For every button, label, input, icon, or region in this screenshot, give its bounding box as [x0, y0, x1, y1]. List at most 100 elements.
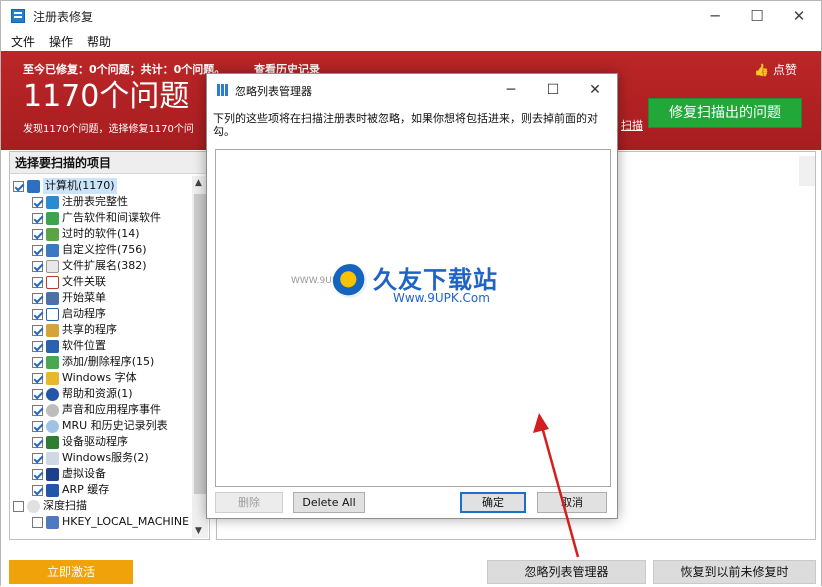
driver-icon: [46, 435, 59, 449]
tree-item-computer[interactable]: 计算机(1170): [13, 178, 117, 194]
tree-item[interactable]: 广告软件和间谍软件: [32, 210, 161, 226]
controls-icon: [46, 243, 59, 257]
tree-item[interactable]: 开始菜单: [32, 290, 106, 306]
hklm-icon: [46, 515, 59, 529]
tree-item[interactable]: Windows服务(2): [32, 450, 149, 466]
maximize-button[interactable]: ☐: [739, 5, 775, 27]
tree-item[interactable]: 启动程序: [32, 306, 106, 322]
checkbox[interactable]: [32, 484, 43, 496]
tree-item[interactable]: 自定义控件(756): [32, 242, 147, 258]
ignore-list[interactable]: WWW.9UPK.COM 久友下载站 Www.9UPK.Com: [215, 149, 611, 487]
checkbox[interactable]: [32, 372, 43, 384]
checkbox[interactable]: [32, 340, 43, 352]
tree-item[interactable]: Windows 字体: [32, 370, 137, 386]
thumbs-up-icon: 👍: [754, 63, 770, 77]
font-icon: [46, 371, 59, 385]
tree-item-deep-scan[interactable]: 深度扫描: [13, 498, 87, 514]
ok-button[interactable]: 确定: [460, 492, 526, 513]
delete-button[interactable]: 删除: [215, 492, 283, 513]
like-button[interactable]: 👍 点赞: [754, 61, 797, 78]
service-icon: [46, 451, 59, 465]
checkbox[interactable]: [32, 388, 43, 400]
menu-file[interactable]: 文件: [11, 33, 35, 50]
like-label: 点赞: [772, 63, 797, 77]
checkbox[interactable]: [13, 500, 24, 512]
checkbox[interactable]: [32, 468, 43, 480]
restore-button[interactable]: 恢复到以前未修复时: [653, 560, 816, 584]
dialog-close-button[interactable]: ✕: [579, 79, 611, 101]
sound-icon: [46, 403, 59, 417]
checkbox[interactable]: [32, 452, 43, 464]
fix-problems-button[interactable]: 修复扫描出的问题: [648, 98, 802, 128]
start-menu-icon: [46, 291, 59, 305]
watermark-logo-icon: [333, 264, 367, 298]
checkbox[interactable]: [32, 516, 43, 528]
checkbox[interactable]: [32, 324, 43, 336]
checkbox[interactable]: [32, 212, 43, 224]
ignore-list-button[interactable]: 忽略列表管理器: [487, 560, 646, 584]
help-icon: [46, 387, 59, 401]
scroll-thumb[interactable]: [194, 194, 206, 494]
scroll-up-icon[interactable]: ▲: [195, 178, 202, 188]
scan-items-panel: 选择要扫描的项目 计算机(1170) 注册表完整性 广告软件和间谍软件 过时的软…: [9, 151, 210, 540]
results-scrollbar[interactable]: [799, 156, 815, 186]
tree-item[interactable]: 注册表完整性: [32, 194, 128, 210]
dialog-title-bar: 忽略列表管理器 ─ ☐ ✕: [207, 74, 617, 106]
checkbox[interactable]: [32, 420, 43, 432]
tree-item[interactable]: 共享的程序: [32, 322, 117, 338]
tree-item[interactable]: ARP 缓存: [32, 482, 109, 498]
checkbox[interactable]: [32, 308, 43, 320]
shield-icon: [46, 211, 59, 225]
watermark-subtitle: Www.9UPK.Com: [393, 291, 490, 305]
tree-item[interactable]: 声音和应用程序事件: [32, 402, 161, 418]
repair-stats: 至今已修复：0个问题；共计：0个问题。: [23, 63, 226, 76]
tree-item[interactable]: 虚拟设备: [32, 466, 106, 482]
menu-action[interactable]: 操作: [49, 33, 73, 50]
folder-icon: [46, 339, 59, 353]
virtual-device-icon: [46, 467, 59, 481]
recycle-icon: [46, 355, 59, 369]
file-icon: [46, 259, 59, 273]
checkbox[interactable]: [32, 404, 43, 416]
checkbox[interactable]: [32, 244, 43, 256]
checkbox[interactable]: [32, 228, 43, 240]
tree-item[interactable]: HKEY_LOCAL_MACHINE: [32, 514, 189, 530]
bottom-bar: 立即激活 忽略列表管理器 恢复到以前未修复时: [1, 549, 821, 586]
dialog-minimize-button[interactable]: ─: [495, 79, 527, 101]
app-icon: [11, 9, 25, 23]
close-button[interactable]: ✕: [781, 5, 817, 27]
checkbox[interactable]: [32, 196, 43, 208]
checkbox[interactable]: [13, 180, 24, 192]
checkbox[interactable]: [32, 276, 43, 288]
checkbox[interactable]: [32, 436, 43, 448]
list-icon: [217, 84, 229, 96]
deep-scan-icon: [27, 499, 40, 513]
checkbox[interactable]: [32, 260, 43, 272]
minimize-button[interactable]: ─: [697, 5, 733, 27]
tree-item[interactable]: 帮助和资源(1): [32, 386, 133, 402]
watermark-title: 久友下载站: [373, 266, 498, 294]
cancel-button[interactable]: 取消: [537, 492, 607, 513]
title-bar: 注册表修复 ─ ☐ ✕: [1, 1, 821, 31]
scroll-down-icon[interactable]: ▼: [195, 526, 202, 536]
ignore-list-dialog: 忽略列表管理器 ─ ☐ ✕ 下列的这些项将在扫描注册表时被忽略，如果你想将包括进…: [206, 73, 618, 519]
tree-item[interactable]: 文件扩展名(382): [32, 258, 147, 274]
trash-icon: [46, 227, 59, 241]
tree-item[interactable]: 文件关联: [32, 274, 106, 290]
checkbox[interactable]: [32, 356, 43, 368]
checkbox[interactable]: [32, 292, 43, 304]
delete-all-button[interactable]: Delete All: [293, 492, 365, 513]
tree-item[interactable]: 过时的软件(14): [32, 226, 140, 242]
computer-icon: [27, 179, 40, 193]
dialog-maximize-button[interactable]: ☐: [537, 79, 569, 101]
tree-item[interactable]: 软件位置: [32, 338, 106, 354]
share-icon: [46, 323, 59, 337]
menu-help[interactable]: 帮助: [87, 33, 111, 50]
dialog-title: 忽略列表管理器: [235, 85, 312, 98]
scan-link[interactable]: 扫描: [621, 117, 643, 133]
tree-item[interactable]: 设备驱动程序: [32, 434, 128, 450]
scan-items-title: 选择要扫描的项目: [10, 152, 209, 174]
tree-item[interactable]: 添加/删除程序(15): [32, 354, 154, 370]
tree-item[interactable]: MRU 和历史记录列表: [32, 418, 168, 434]
activate-button[interactable]: 立即激活: [9, 560, 133, 584]
